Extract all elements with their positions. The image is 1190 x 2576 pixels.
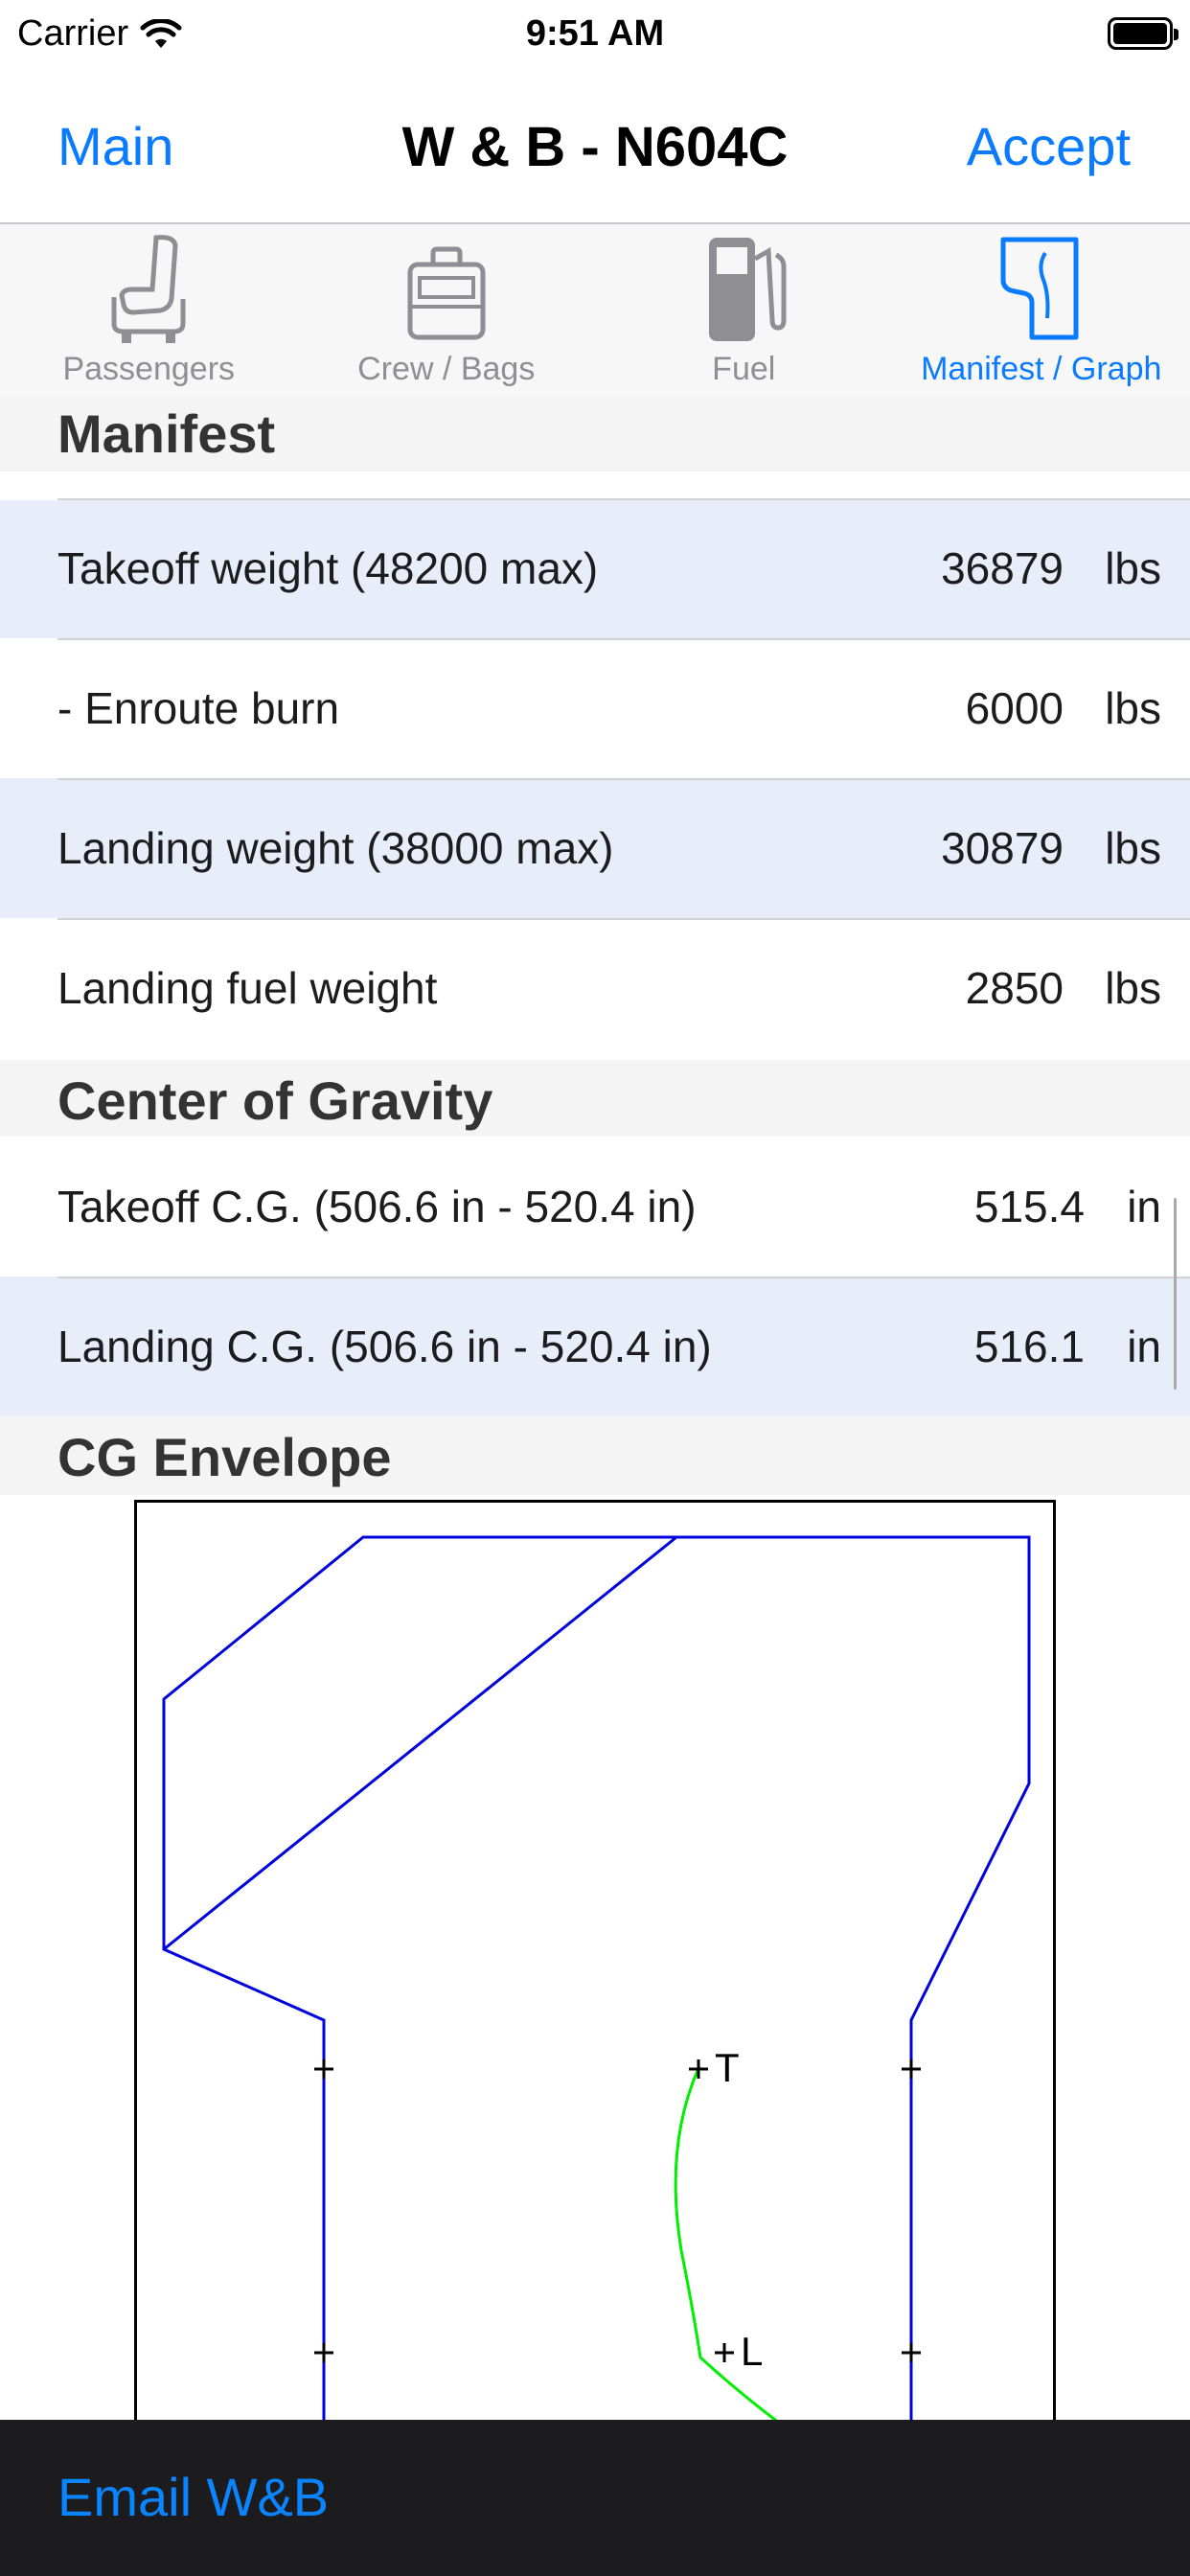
- enroute-burn-label: - Enroute burn: [57, 683, 340, 733]
- battery-icon: [1108, 17, 1179, 50]
- email-wb-button[interactable]: Email W&B: [57, 2466, 329, 2528]
- landing-cg-unit: in: [1127, 1322, 1161, 1371]
- landing-cg-label: Landing C.G. (506.6 in - 520.4 in): [57, 1322, 712, 1371]
- landing-cg-marker: L: [715, 2329, 763, 2374]
- tab-crew-bags[interactable]: Crew / Bags: [298, 224, 596, 397]
- enroute-burn-value: 6000: [965, 683, 1064, 733]
- limit-tick-marks: [314, 2059, 921, 2362]
- enroute-burn-unit: lbs: [1105, 683, 1161, 733]
- takeoff-cg-label: Takeoff C.G. (506.6 in - 520.4 in): [57, 1182, 697, 1231]
- cg-envelope-section-header: CG Envelope: [0, 1416, 1190, 1495]
- landing-marker-label: L: [741, 2329, 763, 2374]
- tab-passengers[interactable]: Passengers: [0, 224, 298, 397]
- cg-envelope-outline: [162, 1535, 1031, 2423]
- takeoff-weight-value: 36879: [941, 543, 1064, 593]
- cg-envelope-diagonal: [163, 1535, 677, 1951]
- landing-fuel-weight-row[interactable]: Landing fuel weight 2850 lbs: [0, 918, 1190, 1058]
- takeoff-weight-label: Takeoff weight (48200 max): [57, 543, 599, 593]
- tab-label-manifest-graph: Manifest / Graph: [921, 351, 1162, 387]
- takeoff-cg-marker: T: [689, 2045, 740, 2090]
- takeoff-cg-unit: in: [1127, 1182, 1161, 1231]
- tab-manifest-graph[interactable]: Manifest / Graph: [893, 224, 1190, 397]
- landing-cg-row[interactable]: Landing C.G. (506.6 in - 520.4 in) 516.1…: [0, 1276, 1190, 1416]
- landing-weight-unit: lbs: [1105, 823, 1161, 873]
- seat-icon: [111, 235, 186, 343]
- cg-envelope-svg: T L: [162, 1535, 1031, 2425]
- bottom-toolbar: Email W&B: [0, 2420, 1190, 2576]
- landing-cg-value: 516.1: [973, 1322, 1085, 1371]
- scroll-indicator[interactable]: [1174, 1198, 1177, 1390]
- takeoff-weight-unit: lbs: [1105, 543, 1161, 593]
- cg-envelope-graph: T L: [134, 1500, 1056, 2425]
- manifest-graph-icon: [1000, 237, 1079, 340]
- cg-section-header: Center of Gravity: [0, 1060, 1190, 1137]
- tab-fuel[interactable]: Fuel: [595, 224, 893, 397]
- cg-travel-path: [674, 2065, 780, 2425]
- takeoff-cg-value: 515.4: [973, 1182, 1085, 1231]
- manifest-section-header: Manifest: [0, 397, 1190, 472]
- accept-button[interactable]: Accept: [967, 115, 1131, 177]
- cg-header: Center of Gravity: [57, 1070, 493, 1131]
- landing-weight-label: Landing weight (38000 max): [57, 823, 614, 873]
- fuel-pump-icon: [709, 238, 787, 341]
- tab-label-passengers: Passengers: [62, 351, 236, 387]
- cg-envelope-header: CG Envelope: [57, 1427, 392, 1487]
- takeoff-marker-label: T: [715, 2045, 740, 2090]
- landing-weight-row[interactable]: Landing weight (38000 max) 30879 lbs: [0, 778, 1190, 918]
- tab-label-crew-bags: Crew / Bags: [357, 351, 536, 387]
- takeoff-weight-row[interactable]: Takeoff weight (48200 max) 36879 lbs: [0, 500, 1190, 638]
- status-time: 9:51 AM: [525, 13, 665, 54]
- briefcase-icon: [407, 246, 486, 340]
- landing-fuel-weight-unit: lbs: [1105, 963, 1161, 1013]
- section-tabs: Passengers Crew / Bags Fuel Manifest / G…: [0, 224, 1190, 397]
- status-bar: Carrier 9:51 AM: [0, 0, 1190, 77]
- landing-weight-value: 30879: [941, 823, 1064, 873]
- enroute-burn-row[interactable]: - Enroute burn 6000 lbs: [0, 638, 1190, 778]
- manifest-header: Manifest: [57, 403, 276, 464]
- takeoff-cg-row[interactable]: Takeoff C.G. (506.6 in - 520.4 in) 515.4…: [0, 1137, 1190, 1276]
- navigation-bar: Main W & B - N604C Accept: [0, 77, 1190, 224]
- landing-fuel-weight-label: Landing fuel weight: [57, 963, 438, 1013]
- landing-fuel-weight-value: 2850: [965, 963, 1064, 1013]
- tab-label-fuel: Fuel: [712, 351, 776, 387]
